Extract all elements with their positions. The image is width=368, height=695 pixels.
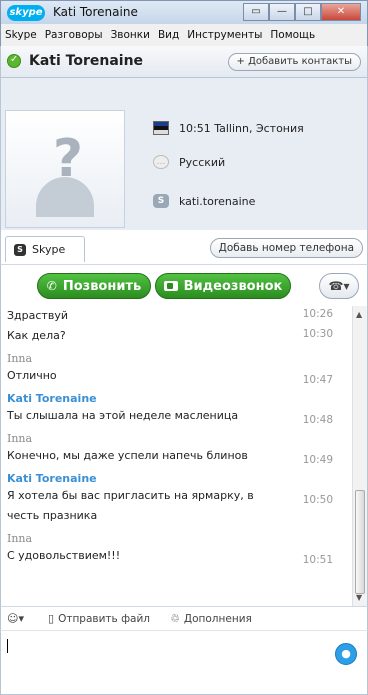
smiley-icon: ☺▾ xyxy=(7,612,24,625)
message-text: Здраствуй xyxy=(7,309,68,322)
menu-calls[interactable]: Звонки xyxy=(111,29,150,41)
skype-name-row: S kati.torenaine xyxy=(153,191,255,211)
question-mark-icon: ? xyxy=(52,129,84,189)
menu-tools[interactable]: Инструменты xyxy=(187,29,262,41)
message-item: Здраствуй 10:26 xyxy=(1,306,353,326)
message-sender: Inna xyxy=(7,352,33,365)
message-text: Я хотела бы вас пригласить на ярмарку, в… xyxy=(7,489,254,522)
file-icon: ▯ xyxy=(48,612,55,625)
profile-panel: ? 10:51 Tallinn, Эстония … Русский S kat… xyxy=(0,78,368,230)
message-item: Kati Torenaine Ты слышала на этой неделе … xyxy=(1,392,353,426)
local-time-row: 10:51 Tallinn, Эстония xyxy=(153,118,304,138)
dialpad-icon: ☎▾ xyxy=(328,279,350,293)
add-contact-button[interactable]: + Добавить контакты xyxy=(227,53,361,71)
composer-toolbar: ☺▾ ▯ Отправить файл ♲ Дополнения xyxy=(0,606,368,630)
message-item: Как дела? 10:30 xyxy=(1,326,353,346)
title-bar: skype Kati Torenaine ▭ — □ ✕ xyxy=(0,0,368,24)
window-controls: ▭ — □ ✕ xyxy=(243,3,361,21)
message-item: Inna Конечно, мы даже успели напечь блино… xyxy=(1,432,353,466)
message-timestamp: 10:48 xyxy=(302,414,333,426)
message-sender: Kati Torenaine xyxy=(7,472,97,485)
menu-conversations[interactable]: Разговоры xyxy=(45,29,103,41)
phone-icon: ✆ xyxy=(46,279,57,293)
close-button[interactable]: ✕ xyxy=(321,3,361,21)
menu-view[interactable]: Вид xyxy=(158,29,179,41)
contact-header: Kati Torenaine + Добавить контакты xyxy=(0,46,368,78)
skype-icon: S xyxy=(14,243,26,256)
minimize-button[interactable]: — xyxy=(269,3,295,21)
message-text: С удовольствием!!! xyxy=(7,549,121,562)
message-sender: Inna xyxy=(7,432,33,445)
scroll-up-icon[interactable]: ▲ xyxy=(356,310,362,319)
message-timestamp: 10:47 xyxy=(302,374,333,386)
video-camera-icon xyxy=(163,281,178,291)
call-button-label: Позвонить xyxy=(62,278,142,294)
skype-logo: skype xyxy=(7,5,45,21)
dialpad-button[interactable]: ☎▾ xyxy=(319,273,359,299)
menu-skype[interactable]: Skype xyxy=(5,29,37,41)
language-row: … Русский xyxy=(153,152,225,172)
message-timestamp: 10:50 xyxy=(302,494,333,506)
language: Русский xyxy=(179,155,226,169)
send-file-label: Отправить файл xyxy=(58,612,151,625)
addons-icon: ♲ xyxy=(170,612,180,625)
video-call-button[interactable]: Видеозвонок xyxy=(155,273,291,299)
message-timestamp: 10:49 xyxy=(302,454,333,466)
message-sender: Kati Torenaine xyxy=(7,392,97,405)
local-time: 10:51 Tallinn, Эстония xyxy=(179,121,304,135)
skype-icon: S xyxy=(153,194,169,208)
emoticon-button[interactable]: ☺▾ xyxy=(7,612,28,625)
video-call-button-label: Видеозвонок xyxy=(183,278,283,294)
send-file-button[interactable]: ▯ Отправить файл xyxy=(48,612,150,625)
addons-button[interactable]: ♲ Дополнения xyxy=(170,612,252,625)
message-timestamp: 10:30 xyxy=(302,328,333,340)
contact-name: Kati Torenaine xyxy=(29,53,144,69)
chat-history: Здраствуй 10:26 Как дела? 10:30 Inna Отлично 1… xyxy=(0,306,368,606)
menu-help[interactable]: Помощь xyxy=(270,29,315,41)
message-text: Отлично xyxy=(7,369,57,382)
send-icon: ● xyxy=(341,647,351,660)
skype-name: kati.torenaine xyxy=(179,194,256,208)
avatar: ? xyxy=(5,110,125,228)
addons-label: Дополнения xyxy=(183,612,252,625)
online-status-icon xyxy=(7,54,21,68)
message-item: Inna Отлично 10:47 xyxy=(1,352,353,386)
message-item: Kati Torenaine Я хотела бы вас пригласить… xyxy=(1,472,353,526)
estonia-flag-icon xyxy=(153,121,169,135)
message-text: Как дела? xyxy=(7,329,66,342)
message-sender: Inna xyxy=(7,532,33,545)
send-button[interactable]: ● xyxy=(335,643,357,665)
restore-button[interactable]: ▭ xyxy=(243,3,269,21)
speech-bubble-icon: … xyxy=(153,155,169,169)
tab-bar: S Skype Добавь номер телефона xyxy=(0,230,368,264)
add-phone-button[interactable]: Добавь номер телефона xyxy=(209,238,363,258)
tab-skype-label: Skype xyxy=(32,243,66,256)
window-title: Kati Torenaine xyxy=(53,5,138,19)
message-text: Конечно, мы даже успели напечь блинов xyxy=(7,449,248,462)
scroll-thumb[interactable] xyxy=(355,490,365,594)
call-button[interactable]: ✆ Позвонить xyxy=(37,273,151,299)
call-actions: ✆ Позвонить Видеозвонок ☎▾ xyxy=(0,264,368,306)
message-timestamp: 10:26 xyxy=(302,308,333,320)
message-input[interactable]: ● xyxy=(0,630,368,695)
maximize-button[interactable]: □ xyxy=(295,3,321,21)
scroll-down-icon[interactable]: ▼ xyxy=(356,593,362,602)
message-list: Здраствуй 10:26 Как дела? 10:30 Inna Отлично 1… xyxy=(1,306,353,566)
chat-scrollbar[interactable]: ▲ ▼ xyxy=(352,306,367,606)
message-text: Ты слышала на этой неделе масленица xyxy=(7,409,239,422)
tab-skype[interactable]: S Skype xyxy=(5,236,85,262)
message-item: Inna С удовольствием!!! 10:51 xyxy=(1,532,353,566)
text-caret xyxy=(7,639,8,653)
menu-bar: Skype Разговоры Звонки Вид Инструменты П… xyxy=(0,24,368,46)
message-timestamp: 10:51 xyxy=(302,554,333,566)
